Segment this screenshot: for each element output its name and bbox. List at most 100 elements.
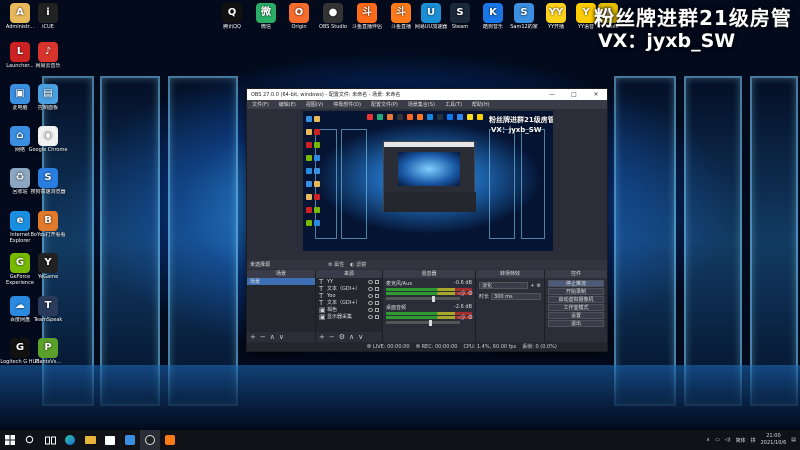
source-item[interactable]: ▣ 显示器采集 <box>316 313 382 321</box>
remove-scene-button[interactable]: − <box>260 333 266 341</box>
notification-icon[interactable]: ▤ <box>791 437 796 443</box>
network-icon[interactable]: ▭ <box>715 437 720 443</box>
mute-speaker-icon[interactable]: ◁) <box>458 314 465 321</box>
obs-preview[interactable]: 粉丝牌进群21级房管 VX：jyxb_SW <box>303 111 553 251</box>
maximize-button[interactable]: □ <box>563 89 585 100</box>
source-item[interactable]: ▣ 褐色 <box>316 306 382 314</box>
preview-app-icon <box>457 114 463 120</box>
desktop-icon-left-11[interactable]: B BoYou打开看看 <box>28 211 68 244</box>
taskbar-explorer-button[interactable] <box>80 430 100 450</box>
desktop-icon-left-6-icon: ⌂ <box>10 126 30 146</box>
source-item[interactable]: T YY <box>316 278 382 286</box>
move-up-button[interactable]: ∧ <box>270 333 275 341</box>
menu-edit[interactable]: 编辑(E) <box>274 101 301 108</box>
desktop-icon-left-1[interactable]: i iCUE <box>28 3 68 36</box>
settings-button[interactable]: 设置 <box>548 312 604 319</box>
search-button[interactable] <box>20 430 40 450</box>
lock-icon[interactable] <box>375 307 379 312</box>
scene-item[interactable]: 场景 <box>247 278 315 285</box>
volume-icon[interactable]: ◁) <box>725 437 731 443</box>
desktop-icon-left-17-icon: P <box>38 338 58 358</box>
channel-db: -0.6 dB <box>454 280 472 286</box>
add-scene-button[interactable]: + <box>250 333 256 341</box>
desktop-icon-left-13[interactable]: Y YeGame <box>28 253 68 286</box>
exit-button[interactable]: 退出 <box>548 320 604 327</box>
menu-profile[interactable]: 配置文件(P) <box>366 101 403 108</box>
duration-input[interactable]: 300 ms <box>491 293 541 300</box>
virtual-camera-button[interactable]: 启动虚拟摄像机 <box>548 296 604 303</box>
desktop-icon-left-17[interactable]: P PlantsVs... <box>28 338 68 371</box>
taskbar-store-button[interactable] <box>100 430 120 450</box>
transition-settings-gear-icon[interactable]: ⚙ <box>537 283 541 289</box>
lock-icon[interactable] <box>375 300 379 305</box>
lock-icon[interactable] <box>375 314 379 319</box>
move-down-button[interactable]: ∨ <box>279 333 284 341</box>
desktop-icon-left-4-icon: ▣ <box>10 84 30 104</box>
filters-button[interactable]: ◐ 滤镜 <box>350 261 366 268</box>
eye-icon[interactable] <box>368 286 373 291</box>
preview-app-icon <box>477 114 483 120</box>
obs-title-bar[interactable]: OBS 27.0.0 (64-bit, windows) - 配置文件: 未命名… <box>247 89 607 100</box>
lock-icon[interactable] <box>375 293 379 298</box>
eye-icon[interactable] <box>368 279 373 284</box>
menu-file[interactable]: 文件(F) <box>247 101 274 108</box>
eye-icon[interactable] <box>368 300 373 305</box>
menu-docks[interactable]: 停靠部件(D) <box>328 101 366 108</box>
desktop-icon-left-5-icon: ▤ <box>38 84 58 104</box>
volume-slider[interactable] <box>386 319 460 326</box>
stop-streaming-button[interactable]: 停止推流 <box>548 280 604 287</box>
mute-speaker-icon[interactable]: ◁) <box>458 290 465 297</box>
source-settings-gear-icon[interactable]: ⚙ <box>339 333 345 341</box>
tray-chevron-up-icon[interactable]: ∧ <box>706 437 710 443</box>
menu-help[interactable]: 帮助(H) <box>467 101 495 108</box>
lock-icon[interactable] <box>375 286 379 291</box>
taskbar-sam-button[interactable] <box>120 430 140 450</box>
eye-icon[interactable] <box>368 307 373 312</box>
source-item[interactable]: T 文本（GDI+） <box>316 299 382 307</box>
desktop-icon-left-9[interactable]: S 搜狗高速浏览器 <box>28 168 68 201</box>
ime-language[interactable]: 简体 <box>736 437 746 444</box>
minimize-button[interactable]: — <box>541 89 563 100</box>
add-transition-button[interactable]: + <box>530 283 534 289</box>
clock[interactable]: 21:00 2021/10/6 <box>761 433 787 447</box>
desktop-icon-left-3[interactable]: ♪ 网易云音乐 <box>28 42 68 75</box>
menu-scene-collection[interactable]: 场景集合(S) <box>403 101 440 108</box>
mixer-channel: 桌面音频 -2.6 dB ◁) ⚙ <box>383 302 475 326</box>
desktop-icon-label: YeGame <box>37 274 59 280</box>
transition-select[interactable]: 淡化 <box>479 282 529 289</box>
desktop-icon-left-11-icon: B <box>38 211 58 231</box>
source-item[interactable]: T Yoo <box>316 292 382 300</box>
eye-icon[interactable] <box>368 293 373 298</box>
start-recording-button[interactable]: 开始录制 <box>548 288 604 295</box>
lock-icon[interactable] <box>375 279 379 284</box>
start-button[interactable] <box>0 430 20 450</box>
channel-gear-icon[interactable]: ⚙ <box>468 290 473 297</box>
menu-tools[interactable]: 工具(T) <box>440 101 467 108</box>
eye-icon[interactable] <box>368 314 373 319</box>
menu-view[interactable]: 视图(V) <box>301 101 328 108</box>
preview-desktop-icon <box>306 155 312 161</box>
taskbar-douyu-button[interactable] <box>160 430 180 450</box>
close-button[interactable]: ✕ <box>585 89 607 100</box>
channel-gear-icon[interactable]: ⚙ <box>468 314 473 321</box>
add-source-button[interactable]: + <box>319 333 325 341</box>
task-view-button[interactable] <box>40 430 60 450</box>
source-name: 显示器采集 <box>327 314 353 320</box>
properties-button[interactable]: ⚙ 属性 <box>328 261 344 268</box>
ime-mode[interactable]: 拼 <box>751 437 756 444</box>
source-up-button[interactable]: ∧ <box>349 333 354 341</box>
remove-source-button[interactable]: − <box>329 333 335 341</box>
source-down-button[interactable]: ∨ <box>358 333 363 341</box>
taskbar-obs-button[interactable] <box>140 430 160 450</box>
desktop-icon-left-15[interactable]: T TeamSpeak <box>28 296 68 329</box>
obs-window[interactable]: OBS 27.0.0 (64-bit, windows) - 配置文件: 未命名… <box>246 88 608 352</box>
studio-mode-button[interactable]: 工作室模式 <box>548 304 604 311</box>
desktop-icon-left-7[interactable]: ◉ Google Chrome <box>28 126 68 159</box>
desktop-icon-top-2-icon: O <box>289 3 309 23</box>
desktop-icon-label: Google Chrome <box>28 147 68 153</box>
preview-desktop-icon <box>314 194 320 200</box>
source-item[interactable]: T 文本（GDI+） <box>316 285 382 293</box>
desktop-icon-left-5[interactable]: ▤ 控制面板 <box>28 84 68 117</box>
volume-slider[interactable] <box>386 295 460 302</box>
taskbar-edge-button[interactable] <box>60 430 80 450</box>
